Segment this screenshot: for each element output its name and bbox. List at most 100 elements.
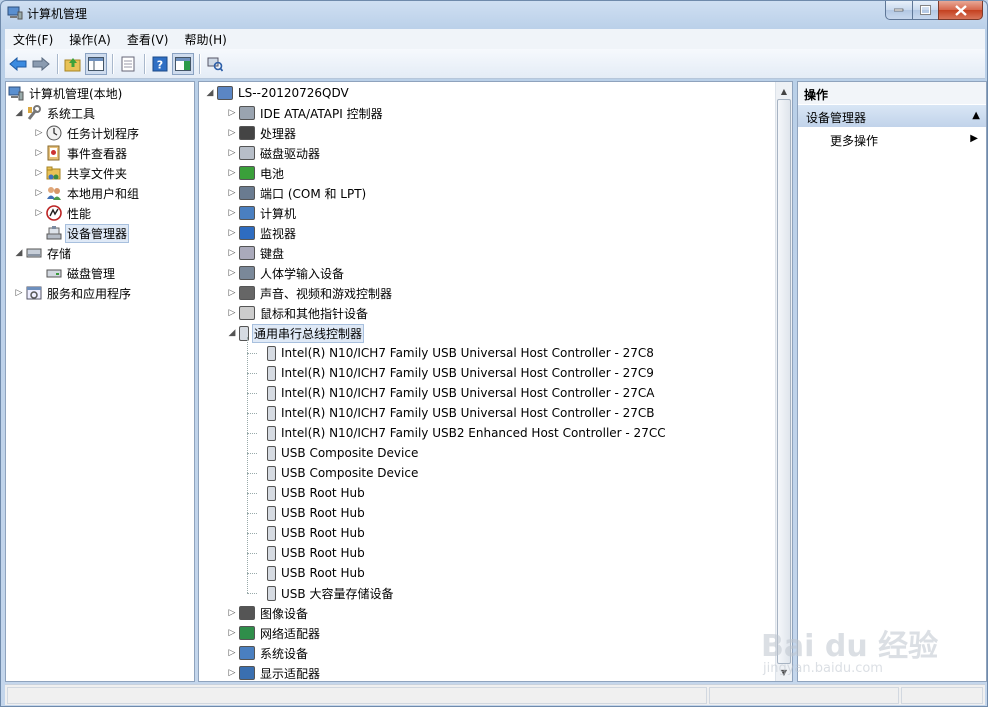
device-category[interactable]: ▷ 处理器: [227, 123, 298, 143]
menu-file[interactable]: 文件(F): [5, 31, 61, 48]
tree-local-users[interactable]: ▷ 本地用户和组: [34, 183, 141, 203]
usb-device[interactable]: USB 大容量存储设备: [255, 583, 395, 603]
device-category[interactable]: ▷ 网络适配器: [227, 623, 322, 643]
actions-section-device-manager[interactable]: 设备管理器 ▲: [798, 105, 986, 127]
device-category[interactable]: ▷ 计算机: [227, 203, 298, 223]
expand-arrow-icon[interactable]: ▷: [227, 303, 237, 323]
title-bar[interactable]: 计算机管理: [1, 1, 987, 27]
expand-arrow-icon[interactable]: ▷: [227, 183, 237, 203]
disk-management-icon: [46, 269, 62, 278]
tree-disk-management[interactable]: 磁盘管理: [34, 263, 117, 283]
help-button[interactable]: ?: [149, 53, 171, 75]
scrollbar-thumb[interactable]: [777, 99, 791, 664]
scroll-up-arrow-icon[interactable]: ▲: [776, 83, 792, 99]
menu-view[interactable]: 查看(V): [119, 31, 177, 48]
expand-arrow-icon[interactable]: ▷: [227, 643, 237, 663]
maximize-button[interactable]: [912, 1, 939, 20]
usb-device[interactable]: Intel(R) N10/ICH7 Family USB Universal H…: [255, 383, 657, 403]
expand-arrow-icon[interactable]: ▷: [34, 183, 44, 203]
tree-shared-folders[interactable]: ▷ 共享文件夹: [34, 163, 129, 183]
device-category[interactable]: ▷ 人体学输入设备: [227, 263, 346, 283]
tree-system-tools[interactable]: ◢ 系统工具: [14, 103, 97, 123]
usb-device[interactable]: Intel(R) N10/ICH7 Family USB Universal H…: [255, 343, 656, 363]
forward-button[interactable]: [30, 53, 52, 75]
properties-icon: [121, 56, 135, 71]
usb-device[interactable]: USB Root Hub: [255, 563, 367, 583]
maximize-icon: [920, 5, 931, 15]
device-category[interactable]: ▷ IDE ATA/ATAPI 控制器: [227, 103, 385, 123]
usb-device[interactable]: USB Composite Device: [255, 463, 420, 483]
usb-device[interactable]: USB Composite Device: [255, 443, 420, 463]
event-viewer-icon: [47, 145, 60, 161]
expand-arrow-icon[interactable]: ▷: [227, 603, 237, 623]
scan-hardware-button[interactable]: [204, 53, 226, 75]
collapse-arrow-icon[interactable]: ◢: [14, 243, 24, 263]
expand-arrow-icon[interactable]: ▷: [227, 163, 237, 183]
back-button[interactable]: [7, 53, 29, 75]
device-category[interactable]: ▷ 显示适配器: [227, 663, 322, 683]
usb-plug-icon: [267, 425, 276, 441]
expand-arrow-icon[interactable]: ▷: [227, 143, 237, 163]
expand-arrow-icon[interactable]: ▷: [227, 623, 237, 643]
keyboard-icon: [239, 246, 255, 260]
tree-device-manager[interactable]: 设备管理器: [34, 223, 130, 243]
tree-performance[interactable]: ▷ 性能: [34, 203, 93, 223]
tree-root-label: 计算机管理(本地): [29, 86, 123, 101]
close-button[interactable]: [938, 1, 983, 20]
expand-arrow-icon[interactable]: ▷: [34, 123, 44, 143]
device-root-computer[interactable]: ◢ LS--20120726QDV: [205, 83, 351, 103]
device-category[interactable]: ▷ 键盘: [227, 243, 286, 263]
collapse-up-icon[interactable]: ▲: [972, 110, 980, 121]
tree-storage[interactable]: ◢ 存储: [14, 243, 73, 263]
menu-help[interactable]: 帮助(H): [176, 31, 234, 48]
display-adapter-icon: [239, 666, 255, 680]
device-category[interactable]: ▷ 鼠标和其他指针设备: [227, 303, 370, 323]
collapse-arrow-icon[interactable]: ◢: [205, 83, 215, 103]
usb-device-label: Intel(R) N10/ICH7 Family USB2 Enhanced H…: [281, 426, 666, 440]
show-hide-action-pane-button[interactable]: [172, 52, 194, 75]
device-category[interactable]: ▷ 电池: [227, 163, 286, 183]
expand-arrow-icon[interactable]: ▷: [227, 103, 237, 123]
device-category[interactable]: ▷ 监视器: [227, 223, 298, 243]
tree-event-viewer[interactable]: ▷ 事件查看器: [34, 143, 129, 163]
menu-action[interactable]: 操作(A): [61, 31, 119, 48]
usb-device[interactable]: Intel(R) N10/ICH7 Family USB2 Enhanced H…: [255, 423, 668, 443]
usb-device[interactable]: Intel(R) N10/ICH7 Family USB Universal H…: [255, 403, 657, 423]
usb-device[interactable]: Intel(R) N10/ICH7 Family USB Universal H…: [255, 363, 656, 383]
device-category[interactable]: ▷ 图像设备: [227, 603, 310, 623]
usb-device[interactable]: USB Root Hub: [255, 523, 367, 543]
expand-arrow-icon[interactable]: ▷: [34, 143, 44, 163]
vertical-scrollbar[interactable]: ▲ ▼: [775, 82, 792, 681]
expand-arrow-icon[interactable]: ▷: [227, 243, 237, 263]
expand-arrow-icon[interactable]: ▷: [227, 123, 237, 143]
expand-arrow-icon[interactable]: ▷: [227, 223, 237, 243]
device-manager-icon: [46, 226, 62, 240]
usb-device[interactable]: USB Root Hub: [255, 483, 367, 503]
processor-icon: [239, 126, 255, 140]
expand-arrow-icon[interactable]: ▷: [14, 283, 24, 303]
device-category[interactable]: ▷ 磁盘驱动器: [227, 143, 322, 163]
device-category[interactable]: ▷ 系统设备: [227, 643, 310, 663]
expand-arrow-icon[interactable]: ▷: [34, 203, 44, 223]
usb-device[interactable]: USB Root Hub: [255, 503, 367, 523]
tree-root[interactable]: 计算机管理(本地): [8, 83, 124, 103]
device-category[interactable]: ▷ 声音、视频和游戏控制器: [227, 283, 394, 303]
minimize-button[interactable]: [885, 1, 913, 20]
expand-arrow-icon[interactable]: ▷: [227, 663, 237, 683]
properties-button[interactable]: [117, 53, 139, 75]
scroll-down-arrow-icon[interactable]: ▼: [776, 664, 792, 680]
show-hide-console-tree-button[interactable]: [85, 52, 107, 75]
tree-services-apps[interactable]: ▷ 服务和应用程序: [14, 283, 133, 303]
collapse-arrow-icon[interactable]: ◢: [14, 103, 24, 123]
more-actions-item[interactable]: 更多操作: [830, 132, 878, 149]
tree-task-scheduler[interactable]: ▷ 任务计划程序: [34, 123, 141, 143]
expand-arrow-icon[interactable]: ▷: [34, 163, 44, 183]
expand-arrow-icon[interactable]: ▷: [227, 203, 237, 223]
usb-device[interactable]: USB Root Hub: [255, 543, 367, 563]
usb-device-label: USB 大容量存储设备: [281, 586, 394, 601]
expand-arrow-icon[interactable]: ▷: [227, 283, 237, 303]
expand-arrow-icon[interactable]: ▷: [227, 263, 237, 283]
device-category[interactable]: ▷ 端口 (COM 和 LPT): [227, 183, 368, 203]
collapse-arrow-icon[interactable]: ◢: [227, 323, 237, 343]
up-folder-button[interactable]: [62, 53, 84, 75]
